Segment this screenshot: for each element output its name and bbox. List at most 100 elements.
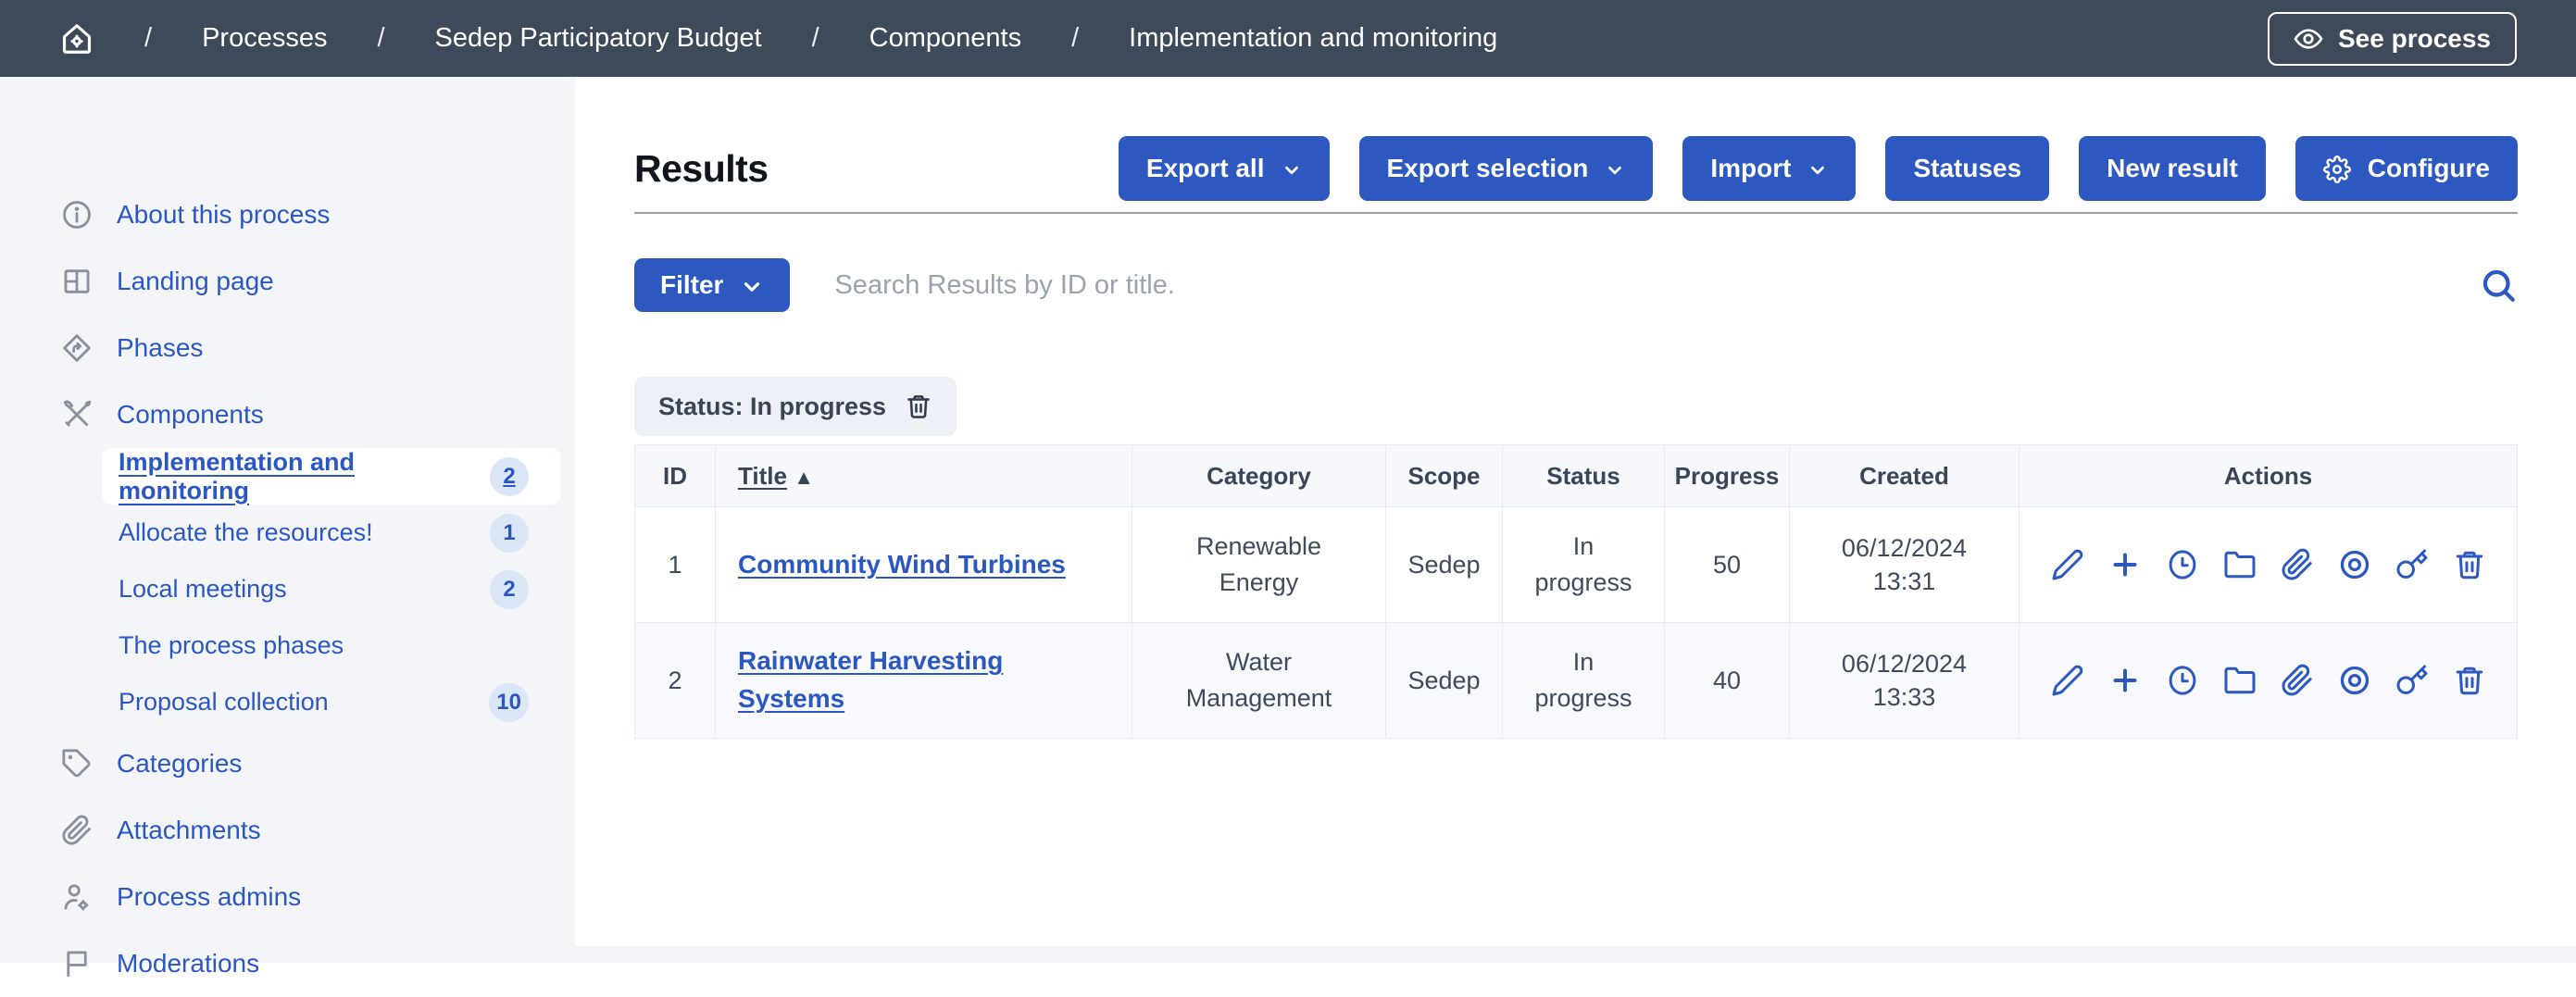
timeline-button[interactable] [2166,664,2199,697]
export-all-button[interactable]: Export all [1119,136,1330,201]
new-result-label: New result [2107,154,2238,183]
preview-button[interactable] [2338,548,2371,581]
tag-icon [61,748,93,780]
sidebar-item-components[interactable]: Components [0,381,575,448]
remove-filter-button[interactable] [905,393,932,420]
sidebar-item-label: Categories [117,749,242,779]
sidebar-item-label: Moderations [117,949,259,978]
timeline-button[interactable] [2166,548,2199,581]
search-filter-bar: Filter [634,258,2518,312]
sidebar-item-categories[interactable]: Categories [0,730,575,797]
table-row: 1 Community Wind Turbines Renewable Ener… [635,507,2518,623]
cell-created: 06/12/2024 13:33 [1790,623,2020,739]
breadcrumb-process-name[interactable]: Sedep Participatory Budget [435,23,762,54]
eye-icon [2338,548,2371,581]
sidebar-subitem-local-meetings[interactable]: Local meetings 2 [102,561,560,617]
count-badge: 2 [490,570,529,609]
search-input[interactable] [834,270,2434,301]
sidebar-subitem-label: Local meetings [119,575,287,604]
chevron-down-icon [1282,154,1302,183]
breadcrumb-processes[interactable]: Processes [202,23,327,54]
created-date: 06/12/2024 [1810,531,1998,565]
column-header-id: ID [635,445,716,507]
edit-icon [2051,548,2084,581]
paperclip-icon [61,815,93,847]
column-header-scope: Scope [1386,445,1503,507]
new-result-button[interactable]: New result [2079,136,2266,201]
applied-filter-label: Status: In progress [658,393,886,421]
result-title-link[interactable]: Community Wind Turbines [738,546,1066,584]
preview-button[interactable] [2338,664,2371,697]
sidebar-item-phases[interactable]: Phases [0,315,575,381]
breadcrumb-components[interactable]: Components [869,23,1021,54]
home-gear-icon[interactable] [59,21,94,56]
add-child-button[interactable] [2108,548,2142,581]
folder-button[interactable] [2223,664,2257,697]
permissions-button[interactable] [2395,548,2429,581]
export-selection-button[interactable]: Export selection [1359,136,1654,201]
count-badge: 1 [490,514,529,553]
attachments-button[interactable] [2281,664,2314,697]
delete-button[interactable] [2453,664,2486,697]
sidebar: About this process Landing page Phases C… [0,77,575,946]
table-header-row: ID Title ▲ Category Scope Status Progres… [635,445,2518,507]
cell-created: 06/12/2024 13:31 [1790,507,2020,623]
sidebar-item-process-admins[interactable]: Process admins [0,864,575,930]
sidebar-item-attachments[interactable]: Attachments [0,797,575,864]
sidebar-subitem-implementation-and-monitoring[interactable]: Implementation and monitoring 2 [102,448,560,505]
sort-by-title-link[interactable]: Title [738,462,787,490]
sidebar-item-label: Attachments [117,816,261,845]
page-title: Results [634,147,769,191]
result-title-link[interactable]: Rainwater Harvesting Systems [738,642,1111,717]
sidebar-item-landing-page[interactable]: Landing page [0,248,575,315]
sidebar-subitem-label: Proposal collection [119,688,329,717]
filter-button[interactable]: Filter [634,258,790,312]
chevron-down-icon [1807,154,1828,183]
statuses-button[interactable]: Statuses [1885,136,2049,201]
edit-icon [2051,664,2084,697]
edit-button[interactable] [2051,548,2084,581]
breadcrumb-separator: / [812,23,819,54]
attachments-button[interactable] [2281,548,2314,581]
add-child-button[interactable] [2108,664,2142,697]
sidebar-subitem-proposal-collection[interactable]: Proposal collection 10 [102,674,560,730]
import-label: Import [1710,154,1791,183]
sidebar-subitem-the-process-phases[interactable]: The process phases [102,617,560,674]
see-process-button[interactable]: See process [2268,12,2517,66]
folder-icon [2223,548,2257,581]
configure-button[interactable]: Configure [2295,136,2518,201]
sidebar-item-moderations[interactable]: Moderations [0,930,575,997]
trash-icon [905,393,932,420]
trash-icon [2453,664,2486,697]
import-button[interactable]: Import [1682,136,1856,201]
sidebar-subitem-allocate-the-resources[interactable]: Allocate the resources! 1 [102,505,560,561]
configure-label: Configure [2368,154,2490,183]
count-badge: 10 [489,683,529,722]
export-all-label: Export all [1146,154,1265,183]
sidebar-item-label: Landing page [117,267,274,296]
eye-icon [2294,23,2323,55]
milestone-icon [61,332,93,365]
breadcrumb-current: Implementation and monitoring [1129,23,1497,54]
export-selection-label: Export selection [1387,154,1589,183]
folder-button[interactable] [2223,548,2257,581]
column-header-progress: Progress [1665,445,1790,507]
info-icon [61,199,93,231]
key-icon [2395,664,2429,697]
filter-label: Filter [660,270,723,300]
count-badge: 2 [490,457,529,496]
breadcrumb-separator: / [144,23,152,54]
edit-button[interactable] [2051,664,2084,697]
search-submit-button[interactable] [2479,266,2518,305]
permissions-button[interactable] [2395,664,2429,697]
table-row: 2 Rainwater Harvesting Systems Water Man… [635,623,2518,739]
toolbar: Export all Export selection Import Statu… [1119,136,2518,201]
header-divider [634,212,2518,214]
chevron-down-icon [1605,154,1625,183]
main-content: Results Export all Export selection Impo… [575,77,2576,946]
created-date: 06/12/2024 [1810,647,1998,680]
column-header-title[interactable]: Title ▲ [716,445,1132,507]
sidebar-item-about[interactable]: About this process [0,181,575,248]
delete-button[interactable] [2453,548,2486,581]
attachment-icon [2281,664,2314,697]
